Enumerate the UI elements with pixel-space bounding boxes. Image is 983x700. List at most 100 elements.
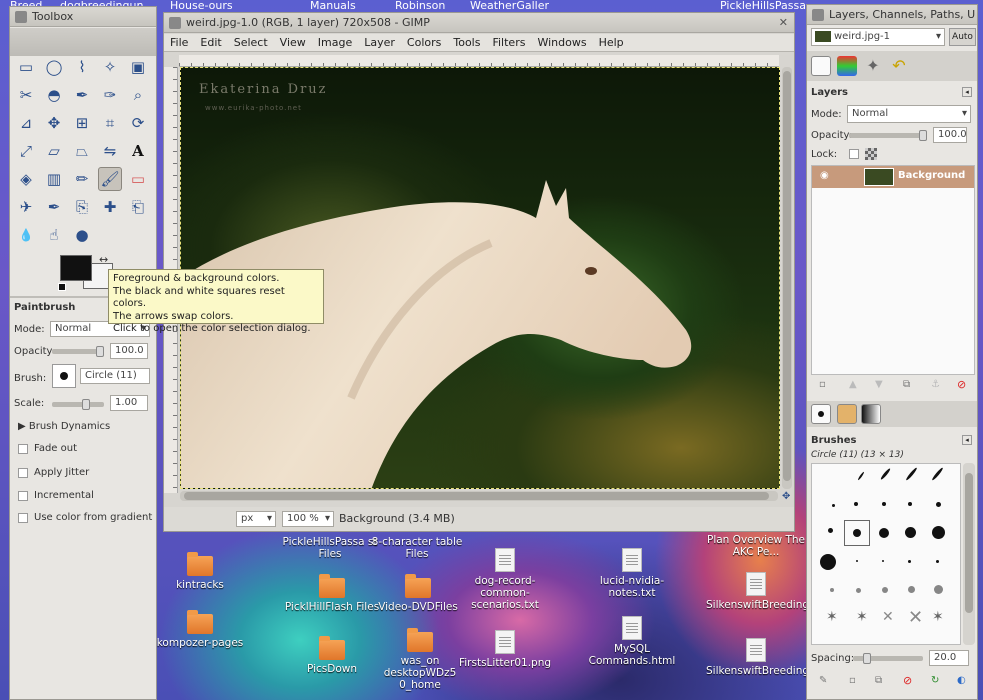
menu-windows[interactable]: Windows <box>531 34 592 52</box>
menu-tools[interactable]: Tools <box>447 34 486 52</box>
ellipse-select-tool-icon[interactable]: ◯ <box>42 55 66 79</box>
color-picker-tool-icon[interactable]: ✑ <box>98 83 122 107</box>
spacing-input[interactable]: 20.0 <box>929 650 969 666</box>
close-icon[interactable]: ✕ <box>779 13 788 32</box>
paths-tab-icon[interactable]: ✦ <box>863 56 883 76</box>
eye-icon[interactable]: ◉ <box>820 170 829 181</box>
menu-edit[interactable]: Edit <box>194 34 227 52</box>
text-tool-icon[interactable]: A <box>126 139 150 163</box>
desktop-folder-kompozer[interactable]: kompozer-pages <box>150 610 250 649</box>
layer-opacity-slider[interactable] <box>849 130 927 141</box>
desktop-file-breedings-txt[interactable]: SilkenswiftBreedingsListFromAKC.txt <box>706 638 898 677</box>
brushes-tab-icon[interactable] <box>811 404 831 424</box>
channels-tab-icon[interactable] <box>837 56 857 76</box>
desktop-folder-kintracks[interactable]: kintracks <box>150 552 250 591</box>
menu-filters[interactable]: Filters <box>486 34 531 52</box>
blend-tool-icon[interactable]: ▥ <box>42 167 66 191</box>
opacity-input[interactable]: 100.0 <box>110 343 148 359</box>
menu-file[interactable]: File <box>164 34 194 52</box>
menu-help[interactable]: Help <box>593 34 630 52</box>
foreground-select-tool-icon[interactable]: ◓ <box>42 83 66 107</box>
desktop-file-plan[interactable]: Plan Overview The AKC Pe... <box>706 534 806 558</box>
zoom-select[interactable]: 100 % ▾ <box>282 511 334 527</box>
free-select-tool-icon[interactable]: ⌇ <box>70 55 94 79</box>
dodge-burn-tool-icon[interactable]: ● <box>70 223 94 247</box>
lower-layer-icon[interactable]: ▼ <box>875 379 883 390</box>
perspective-tool-icon[interactable]: ⏢ <box>70 139 94 163</box>
horizontal-ruler[interactable] <box>179 55 779 67</box>
move-tool-icon[interactable]: ✥ <box>42 111 66 135</box>
desktop-folder-picsdown[interactable]: PicsDown <box>282 636 382 675</box>
slider-knob[interactable] <box>863 653 871 664</box>
slider-knob[interactable] <box>82 399 90 410</box>
edit-brush-icon[interactable]: ✎ <box>819 675 827 686</box>
scrollbar-thumb[interactable] <box>184 492 769 500</box>
bucket-fill-tool-icon[interactable]: ◈ <box>14 167 38 191</box>
scale-input[interactable]: 1.00 <box>110 395 148 411</box>
scale-tool-icon[interactable]: ⤢ <box>14 139 38 163</box>
desktop-folder-picklehills[interactable]: PickleHillsPassa st Files <box>280 536 380 560</box>
shear-tool-icon[interactable]: ▱ <box>42 139 66 163</box>
layer-opacity-input[interactable]: 100.0 <box>933 127 967 143</box>
navigate-icon[interactable]: ✥ <box>782 491 790 502</box>
lock-pixels-checkbox[interactable] <box>849 149 859 159</box>
layers-tab-icon[interactable] <box>811 56 831 76</box>
new-layer-icon[interactable]: ▫ <box>819 379 826 390</box>
unit-select[interactable]: px ▾ <box>236 511 276 527</box>
slider-knob[interactable] <box>919 130 927 141</box>
duplicate-brush-icon[interactable]: ⧉ <box>875 675 882 686</box>
fuzzy-select-tool-icon[interactable]: ✧ <box>98 55 122 79</box>
delete-layer-icon[interactable]: ⊘ <box>957 378 966 391</box>
brush-dynamics-expander[interactable]: ▶ Brush Dynamics <box>18 421 110 432</box>
measure-tool-icon[interactable]: ⊿ <box>14 111 38 135</box>
image-select[interactable]: weird.jpg-1 ▾ <box>811 28 945 46</box>
brush-preview[interactable] <box>52 364 76 388</box>
patterns-tab-icon[interactable] <box>837 404 857 424</box>
horizontal-scrollbar[interactable] <box>180 491 778 501</box>
swap-colors-icon[interactable]: ↔ <box>99 253 108 266</box>
menu-select[interactable]: Select <box>228 34 274 52</box>
refresh-brushes-icon[interactable]: ↻ <box>931 675 939 686</box>
blur-tool-icon[interactable]: 💧 <box>14 223 38 247</box>
desktop-file-mysql[interactable]: MySQL Commands.html <box>582 616 682 667</box>
pencil-tool-icon[interactable]: ✏ <box>70 167 94 191</box>
duplicate-layer-icon[interactable]: ⧉ <box>903 379 910 390</box>
desktop-folder-video[interactable]: Video-DVDFiles <box>368 574 468 613</box>
scissors-tool-icon[interactable]: ✂ <box>14 83 38 107</box>
layer-mode-select[interactable]: Normal ▾ <box>847 105 971 123</box>
heal-tool-icon[interactable]: ✚ <box>98 195 122 219</box>
rotate-tool-icon[interactable]: ⟳ <box>126 111 150 135</box>
eraser-tool-icon[interactable]: ▭ <box>126 167 150 191</box>
toolbox-titlebar[interactable]: Toolbox <box>10 7 156 27</box>
opacity-slider[interactable] <box>52 346 104 357</box>
panel-menu-icon[interactable]: ◂ <box>962 87 972 97</box>
scrollbar-thumb[interactable] <box>783 71 791 481</box>
menu-colors[interactable]: Colors <box>401 34 447 52</box>
paintbrush-tool-icon[interactable]: 🖌 <box>98 167 122 191</box>
clone-tool-icon[interactable]: ⎘ <box>70 195 94 219</box>
new-brush-icon[interactable]: ▫ <box>849 675 856 686</box>
scrollbar-thumb[interactable] <box>965 473 973 613</box>
layer-row-background[interactable]: ◉ Background <box>812 166 974 188</box>
zoom-tool-icon[interactable]: ⌕ <box>126 83 150 107</box>
desktop-file-lucid[interactable]: lucid-nvidia-notes.txt <box>582 548 682 599</box>
airbrush-tool-icon[interactable]: ✈ <box>14 195 38 219</box>
brushes-grid[interactable]: ✶ ✶ ✕ ✕ ✶ <box>811 463 961 645</box>
raise-layer-icon[interactable]: ▲ <box>849 379 857 390</box>
anchor-layer-icon[interactable]: ⚓ <box>931 379 940 390</box>
vertical-scrollbar[interactable] <box>782 67 792 489</box>
undo-tab-icon[interactable]: ↶ <box>889 56 909 76</box>
smudge-tool-icon[interactable]: ☝ <box>42 223 66 247</box>
lock-alpha-icon[interactable] <box>865 148 877 160</box>
rect-select-tool-icon[interactable]: ▭ <box>14 55 38 79</box>
incremental-checkbox[interactable] <box>18 491 28 501</box>
desktop-file-breedings-csv[interactable]: SilkenswiftBreedings.csv <box>706 572 835 611</box>
align-tool-icon[interactable]: ⊞ <box>70 111 94 135</box>
fade-out-checkbox[interactable] <box>18 444 28 454</box>
slider-knob[interactable] <box>96 346 104 357</box>
desktop-file-dogrecord[interactable]: dog-record-common-scenarios.txt <box>455 548 555 611</box>
menu-image[interactable]: Image <box>312 34 358 52</box>
color-select-tool-icon[interactable]: ▣ <box>126 55 150 79</box>
perspective-clone-tool-icon[interactable]: ⎗ <box>126 195 150 219</box>
apply-jitter-checkbox[interactable] <box>18 468 28 478</box>
